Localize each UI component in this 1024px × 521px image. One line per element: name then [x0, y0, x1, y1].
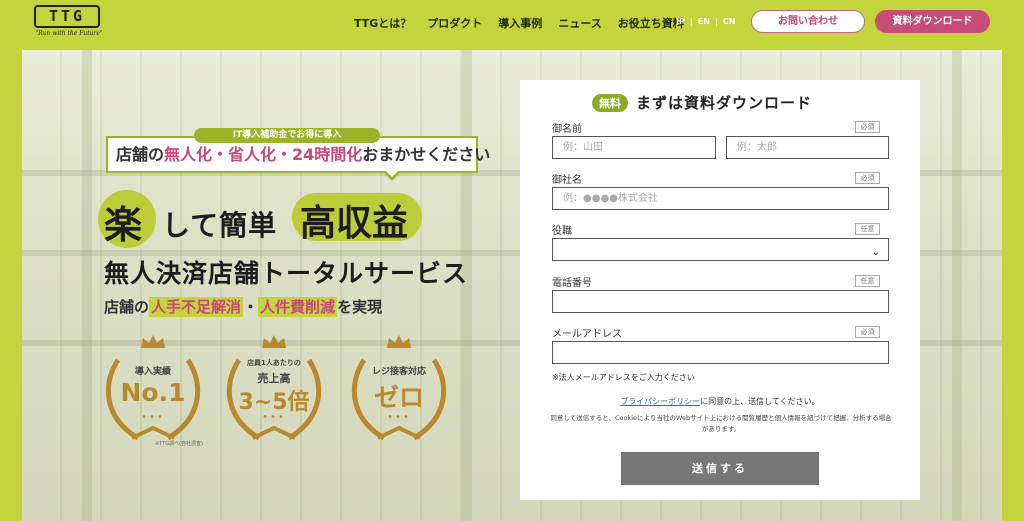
award-label: 導入実績 [134, 367, 171, 377]
role-select[interactable]: ⌄ [552, 238, 889, 261]
site-header: TTG "Run with the Future" TTGとは？ プロダクト 導… [0, 0, 1024, 46]
award-footnote: ※TTG調べ(自社調査) [155, 441, 203, 447]
privacy-consent-text: に同意の上、送信してください。 [700, 397, 820, 406]
required-badge: 必須 [855, 121, 880, 133]
language-switcher: JP | EN | CN [676, 17, 735, 26]
award-value: No.1 [120, 378, 186, 407]
contact-button[interactable]: お問い合わせ [751, 10, 865, 33]
form-title: まずは資料ダウンロード [636, 94, 813, 112]
free-badge: 無料 [592, 93, 628, 112]
benefits-pre: 店舗の [104, 298, 150, 316]
callout-pointer-inner [386, 171, 398, 177]
download-form: 無料 まずは資料ダウンロード 御名前 必須 例：山田 例：太郎 御社名 必須 例：… [520, 80, 920, 500]
privacy-policy-link[interactable]: プライバシーポリシー [620, 397, 700, 406]
lang-separator: | [689, 17, 693, 26]
hero-subheadline: 無人決済店舗トータルサービス [104, 259, 469, 288]
company-input[interactable]: 例：●●●●株式会社 [552, 187, 889, 210]
award-label: レジ接客対応 [371, 367, 426, 377]
subsidy-callout: IT導入補助金でお得に導入 店舗の無人化・省人化・24時間化おまかせください [106, 128, 490, 181]
last-name-input[interactable]: 例：山田 [552, 136, 716, 159]
callout-post: おまかせください [362, 145, 491, 164]
headline-middle: して簡単 [162, 209, 278, 242]
email-label: メールアドレス [552, 329, 622, 340]
benefit-labor-shortage: 人手不足解消 [149, 297, 244, 317]
role-label: 役職 [552, 226, 572, 237]
required-badge: 必須 [855, 172, 880, 184]
company-label: 御社名 [552, 175, 582, 186]
headline-high-profit: 高収益 [300, 203, 409, 244]
background-pillar [952, 50, 962, 521]
ttg-logo[interactable]: TTG "Run with the Future" [34, 5, 103, 37]
optional-badge: 任意 [855, 223, 880, 235]
email-note: ※法人メールアドレスをご入力ください [552, 373, 695, 382]
award-zero: レジ接客対応 ゼロ ••• [344, 334, 454, 446]
cookie-notice: 同意して送信すると、Cookieにより当社のWebサイト上における閲覧履歴と個人… [550, 414, 892, 433]
main-nav: TTGとは？ プロダクト 導入事例 ニュース お役立ち資料 [354, 15, 684, 31]
nav-resources[interactable]: お役立ち資料 [618, 15, 684, 31]
optional-badge: 任意 [855, 275, 880, 287]
callout-pre: 店舗の [116, 145, 165, 164]
lang-jp[interactable]: JP [676, 17, 685, 26]
required-badge: 必須 [855, 326, 880, 338]
name-label: 御名前 [552, 124, 582, 135]
first-name-input[interactable]: 例：太郎 [726, 136, 889, 159]
award-label: 店員1人あたりの [247, 359, 301, 367]
callout-highlight: 無人化・省人化・24時間化 [164, 145, 363, 164]
lang-cn[interactable]: CN [723, 17, 736, 26]
form-header: 無料 まずは資料ダウンロード [592, 92, 812, 112]
benefits-separator: ・ [243, 298, 259, 316]
chevron-down-icon: ⌄ [871, 247, 880, 258]
phone-label: 電話番号 [552, 278, 592, 289]
nav-about[interactable]: TTGとは？ [354, 15, 411, 31]
privacy-consent: プライバシーポリシーに同意の上、送信してください。 [520, 396, 920, 407]
hero-benefits: 店舗の 人手不足解消・人件費削減 を実現 [104, 296, 382, 317]
lang-separator: | [714, 17, 718, 26]
submit-button[interactable]: 送信する [621, 452, 819, 485]
subsidy-tag: IT導入補助金でお得に導入 [194, 128, 380, 143]
award-sales: 店員1人あたりの 売上高 3~5倍 ••• [219, 334, 329, 446]
email-input[interactable] [552, 341, 889, 364]
logo-tagline: "Run with the Future" [35, 30, 103, 37]
background-pillar [82, 50, 92, 521]
headline-raku: 楽 [104, 203, 143, 247]
download-button[interactable]: 資料ダウンロード [875, 10, 990, 33]
nav-cases[interactable]: 導入事例 [498, 15, 542, 31]
nav-news[interactable]: ニュース [558, 15, 601, 31]
award-no1: 導入実績 No.1 ••• [98, 334, 208, 446]
award-dots: ••• [387, 412, 411, 423]
award-dots: ••• [262, 412, 286, 423]
award-dots: ••• [141, 412, 165, 423]
award-value: ゼロ [373, 383, 424, 412]
benefit-cost-reduction: 人件費削減 [258, 297, 338, 317]
lang-en[interactable]: EN [698, 17, 710, 26]
hero-headline: 楽 して簡単 高収益 [98, 190, 524, 248]
phone-input[interactable] [552, 290, 889, 313]
logo-mark: TTG [34, 5, 100, 28]
nav-products[interactable]: プロダクト [427, 15, 482, 31]
benefits-post: を実現 [337, 298, 383, 316]
